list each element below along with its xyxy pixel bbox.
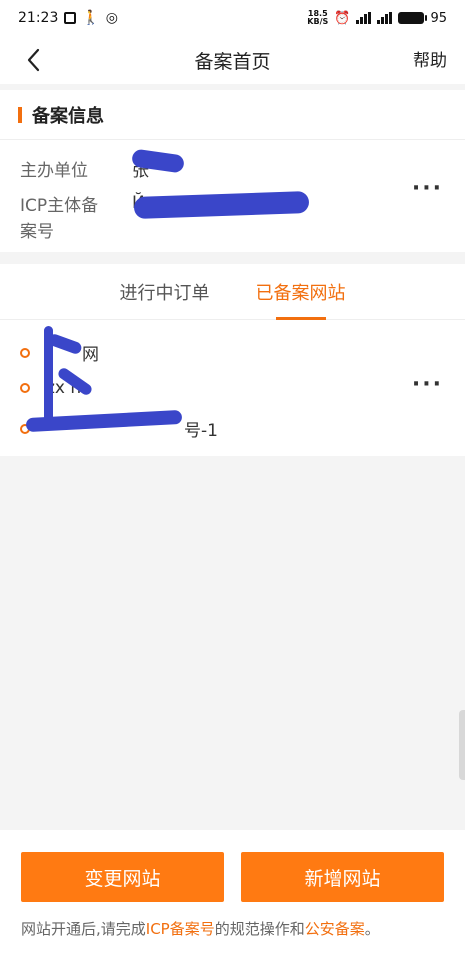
bottom-action-area: 变更网站 新增网站 网站开通后,请完成ICP备案号的规范操作和公安备案。	[0, 830, 465, 960]
sponsor-label: 主办单位	[20, 161, 88, 181]
redaction-mark	[133, 190, 310, 220]
help-button[interactable]: 帮助	[413, 46, 447, 71]
chevron-left-icon	[27, 48, 40, 72]
signal-icon-2	[377, 12, 393, 24]
walking-icon: 🚶	[82, 10, 100, 26]
section-header: 备案信息	[0, 90, 465, 140]
nav-bar: 备案首页 帮助	[0, 36, 465, 84]
tab-bar: 进行中订单 已备案网站	[0, 264, 465, 320]
tab-filed-websites[interactable]: 已备案网站	[256, 264, 346, 320]
more-options-button[interactable]: ···	[412, 178, 443, 200]
back-button[interactable]	[20, 46, 48, 74]
more-options-button[interactable]: ···	[412, 374, 443, 396]
public-security-filing-link[interactable]: 公安备案	[305, 920, 365, 938]
footer-note: 网站开通后,请完成ICP备案号的规范操作和公安备案。	[21, 920, 380, 938]
add-website-button[interactable]: 新增网站	[241, 852, 444, 902]
alarm-icon: ⏰	[334, 10, 351, 26]
bullet-icon	[20, 383, 30, 393]
battery-level: 95	[430, 10, 447, 26]
notification-icon	[64, 12, 77, 24]
icp-number-label: ICP主体备 案号	[20, 196, 99, 242]
section-accent-bar	[18, 106, 22, 123]
signal-icon-1	[356, 12, 372, 24]
status-bar: 21:23 🚶 ◎ 18.5 KB/S ⏰ 95	[0, 0, 465, 36]
filing-info-card: 备案信息 主办单位 张 ICP主体备 案号 Й ···	[0, 90, 465, 252]
tab-orders-in-progress[interactable]: 进行中订单	[120, 264, 210, 320]
section-title: 备案信息	[32, 105, 104, 127]
status-time: 21:23	[18, 10, 59, 26]
change-website-button[interactable]: 变更网站	[21, 852, 224, 902]
network-speed: 18.5 KB/S	[307, 9, 329, 26]
hotspot-icon: ◎	[105, 10, 119, 26]
battery-icon	[398, 12, 428, 24]
page-title: 备案首页	[194, 50, 271, 73]
bullet-icon	[20, 347, 30, 358]
icp-filing-link[interactable]: ICP备案号	[146, 920, 215, 938]
websites-card: 进行中订单 已备案网站 网 zx n 号-1 ···	[0, 264, 465, 456]
side-drawer-handle[interactable]	[459, 710, 465, 780]
